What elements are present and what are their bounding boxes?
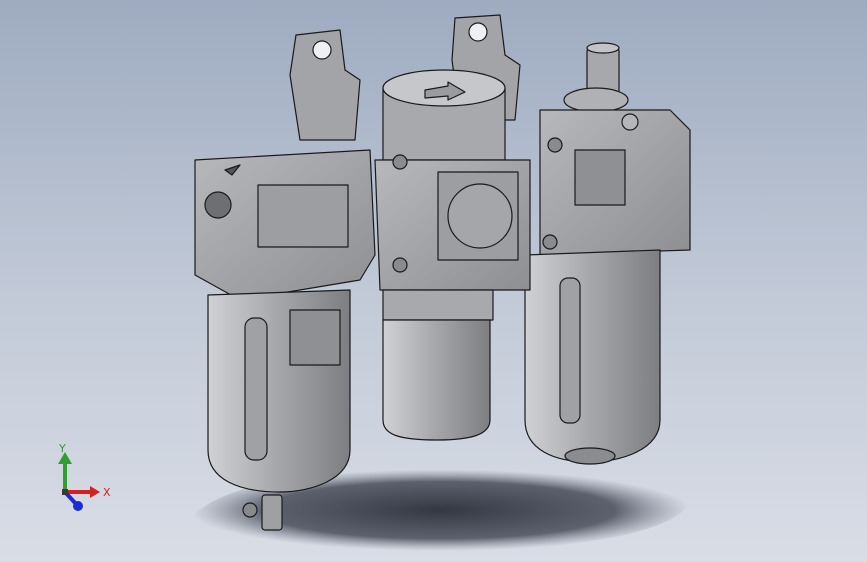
frl-unit-3d-model[interactable] xyxy=(0,0,867,562)
y-axis-arrow xyxy=(58,452,72,492)
graphics-viewport[interactable]: Y X xyxy=(0,0,867,562)
regulator[interactable] xyxy=(374,69,531,441)
axis-triad: Y X xyxy=(58,442,111,511)
mounting-bracket-left[interactable] xyxy=(289,29,361,141)
x-axis-label: X xyxy=(103,486,111,499)
lubricator[interactable] xyxy=(524,42,691,465)
y-axis-label: Y xyxy=(58,442,66,455)
